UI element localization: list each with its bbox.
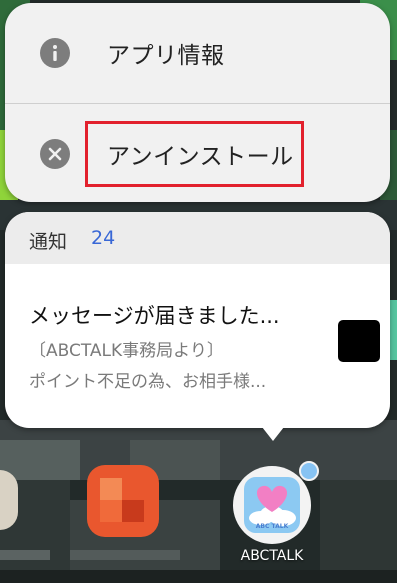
uninstall-highlight-box bbox=[85, 121, 304, 187]
info-icon bbox=[40, 38, 70, 68]
app-icon-text: ABC TALK bbox=[256, 523, 289, 530]
notification-card[interactable]: 通知 24 メッセージが届きました... 〔ABCTALK事務局より〕 ポイント… bbox=[5, 212, 390, 428]
notification-count: 24 bbox=[91, 227, 116, 249]
notification-header: 通知 24 bbox=[5, 212, 390, 264]
menu-item-uninstall[interactable]: アンインストール bbox=[5, 104, 390, 202]
close-circle-icon bbox=[40, 139, 70, 169]
app-shortcut-menu: アプリ情報 アンインストール bbox=[5, 3, 390, 202]
notification-message: メッセージが届きました... bbox=[29, 304, 280, 328]
popup-pointer bbox=[262, 427, 284, 441]
menu-item-app-info-label: アプリ情報 bbox=[107, 43, 225, 69]
notification-sender: 〔ABCTALK事務局より〕 bbox=[29, 341, 224, 361]
notification-title: 通知 bbox=[29, 231, 68, 253]
menu-item-app-info[interactable]: アプリ情報 bbox=[5, 3, 390, 103]
notification-preview: ポイント不足の為、お相手様... bbox=[29, 372, 267, 392]
notification-thumbnail bbox=[338, 320, 380, 362]
notification-badge-dot bbox=[299, 461, 319, 481]
notification-item[interactable]: メッセージが届きました... 〔ABCTALK事務局より〕 ポイント不足の為、お… bbox=[29, 300, 324, 392]
app-label: ABCTALK bbox=[240, 548, 304, 564]
heart-cloud-icon: ABC TALK bbox=[244, 477, 300, 533]
abctalk-app-icon[interactable]: ABC TALK bbox=[233, 466, 311, 544]
